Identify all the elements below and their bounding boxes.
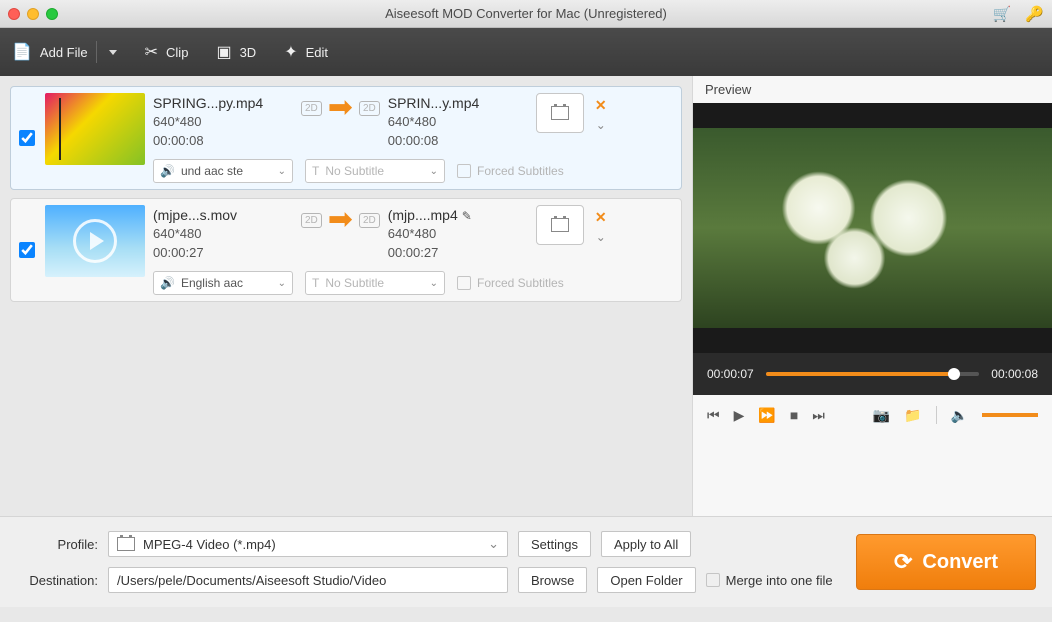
subtitle-select[interactable]: T No Subtitle ⌄ [305, 159, 445, 183]
add-file-label: Add File [40, 45, 88, 60]
stop-icon[interactable]: ■ [790, 407, 798, 423]
browse-button[interactable]: Browse [518, 567, 587, 593]
dest-duration: 00:00:08 [388, 133, 439, 148]
dest-filename: SPRIN...y.mp4 [388, 93, 528, 113]
source-duration: 00:00:27 [153, 245, 204, 260]
close-window-icon[interactable] [8, 8, 20, 20]
forced-subtitles-checkbox[interactable]: Forced Subtitles [457, 276, 564, 290]
audio-track-select[interactable]: 🔊 English aac ⌄ [153, 271, 293, 295]
expand-icon[interactable]: ⌄ [596, 230, 606, 244]
volume-slider[interactable] [982, 413, 1038, 417]
fast-forward-icon[interactable]: ⏩ [758, 407, 775, 424]
dest-dimensions: 640*480 [388, 114, 436, 129]
timeline: 00:00:07 00:00:08 [693, 353, 1052, 395]
pencil-icon[interactable]: ✎ [462, 209, 472, 223]
apply-all-button[interactable]: Apply to All [601, 531, 691, 557]
forced-subtitles-checkbox[interactable]: Forced Subtitles [457, 164, 564, 178]
preview-panel: Preview 00:00:07 00:00:08 ⏮ ▶ ⏩ ■ ⏭ 📷 📁 … [692, 76, 1052, 516]
minimize-window-icon[interactable] [27, 8, 39, 20]
preview-label: Preview [693, 76, 1052, 103]
convert-icon: ⟳ [894, 549, 912, 575]
seek-bar[interactable] [766, 372, 980, 376]
arrow-right-icon: ➡ [328, 205, 353, 235]
folder-icon[interactable]: 📁 [904, 407, 921, 424]
add-file-icon: 📄 [12, 42, 32, 62]
subtitle-select[interactable]: T No Subtitle ⌄ [305, 271, 445, 295]
2d-badge: 2D [359, 213, 380, 228]
toolbar: 📄 Add File ✂ Clip ▣ 3D ✦ Edit [0, 28, 1052, 76]
2d-badge: 2D [301, 213, 322, 228]
scissors-icon: ✂ [145, 42, 158, 62]
zoom-window-icon[interactable] [46, 8, 58, 20]
settings-button[interactable]: Settings [518, 531, 591, 557]
time-total: 00:00:08 [991, 367, 1038, 381]
expand-icon[interactable]: ⌄ [596, 118, 606, 132]
window-title: Aiseesoft MOD Converter for Mac (Unregis… [0, 6, 1052, 21]
remove-item-icon[interactable]: ✕ [595, 97, 607, 114]
3d-button[interactable]: ▣ 3D [216, 42, 256, 62]
next-icon[interactable]: ⏭ [812, 407, 825, 424]
convert-button[interactable]: ⟳ Convert [856, 534, 1036, 590]
format-icon[interactable] [536, 93, 584, 133]
format-icon [117, 537, 135, 551]
item-checkbox[interactable] [19, 242, 35, 258]
profile-select[interactable]: MPEG-4 Video (*.mp4) ⌄ [108, 531, 508, 557]
thumbnail[interactable] [45, 205, 145, 277]
source-duration: 00:00:08 [153, 133, 204, 148]
source-filename: (mjpe...s.mov [153, 205, 293, 225]
destination-label: Destination: [16, 573, 98, 588]
file-item[interactable]: SPRING...py.mp4 640*480 00:00:08 2D ➡ 2D… [10, 86, 682, 190]
audio-track-select[interactable]: 🔊 und aac ste ⌄ [153, 159, 293, 183]
wand-icon: ✦ [284, 42, 297, 62]
file-list: SPRING...py.mp4 640*480 00:00:08 2D ➡ 2D… [0, 76, 692, 516]
source-dimensions: 640*480 [153, 114, 201, 129]
preview-frame [693, 128, 1052, 328]
item-checkbox[interactable] [19, 130, 35, 146]
edit-label: Edit [306, 45, 328, 60]
speaker-icon: 🔊 [160, 164, 175, 178]
text-icon: T [312, 164, 319, 178]
source-dimensions: 640*480 [153, 226, 201, 241]
add-file-button[interactable]: 📄 Add File [12, 41, 117, 63]
clip-label: Clip [166, 45, 188, 60]
file-item[interactable]: (mjpe...s.mov 640*480 00:00:27 2D ➡ 2D (… [10, 198, 682, 302]
text-icon: T [312, 276, 319, 290]
play-icon [73, 219, 117, 263]
2d-badge: 2D [359, 101, 380, 116]
destination-input[interactable]: /Users/pele/Documents/Aiseesoft Studio/V… [108, 567, 508, 593]
dest-dimensions: 640*480 [388, 226, 436, 241]
clip-button[interactable]: ✂ Clip [145, 42, 189, 62]
3d-label: 3D [240, 45, 257, 60]
format-icon[interactable] [536, 205, 584, 245]
open-folder-button[interactable]: Open Folder [597, 567, 695, 593]
volume-icon[interactable]: 🔈 [951, 407, 968, 424]
2d-badge: 2D [301, 101, 322, 116]
prev-icon[interactable]: ⏮ [707, 407, 720, 424]
bottom-bar: Profile: MPEG-4 Video (*.mp4) ⌄ Settings… [0, 516, 1052, 607]
merge-checkbox[interactable]: Merge into one file [706, 573, 833, 588]
time-current: 00:00:07 [707, 367, 754, 381]
key-icon[interactable]: 🔑 [1025, 5, 1044, 23]
remove-item-icon[interactable]: ✕ [595, 209, 607, 226]
3d-icon: ▣ [216, 42, 231, 62]
dest-duration: 00:00:27 [388, 245, 439, 260]
cart-icon[interactable]: 🛒 [993, 5, 1012, 23]
chevron-down-icon: ⌄ [488, 536, 499, 552]
add-file-dropdown-icon[interactable] [109, 50, 117, 55]
edit-button[interactable]: ✦ Edit [284, 42, 328, 62]
arrow-right-icon: ➡ [328, 93, 353, 123]
source-filename: SPRING...py.mp4 [153, 93, 293, 113]
play-icon[interactable]: ▶ [734, 407, 745, 424]
titlebar: Aiseesoft MOD Converter for Mac (Unregis… [0, 0, 1052, 28]
seek-knob[interactable] [948, 368, 960, 380]
speaker-icon: 🔊 [160, 276, 175, 290]
playback-controls: ⏮ ▶ ⏩ ■ ⏭ 📷 📁 🔈 [693, 395, 1052, 435]
profile-label: Profile: [16, 537, 98, 552]
snapshot-icon[interactable]: 📷 [873, 407, 890, 424]
dest-filename: (mjp....mp4✎ [388, 205, 528, 225]
window-controls [8, 8, 58, 20]
thumbnail[interactable] [45, 93, 145, 165]
preview-video[interactable] [693, 103, 1052, 353]
